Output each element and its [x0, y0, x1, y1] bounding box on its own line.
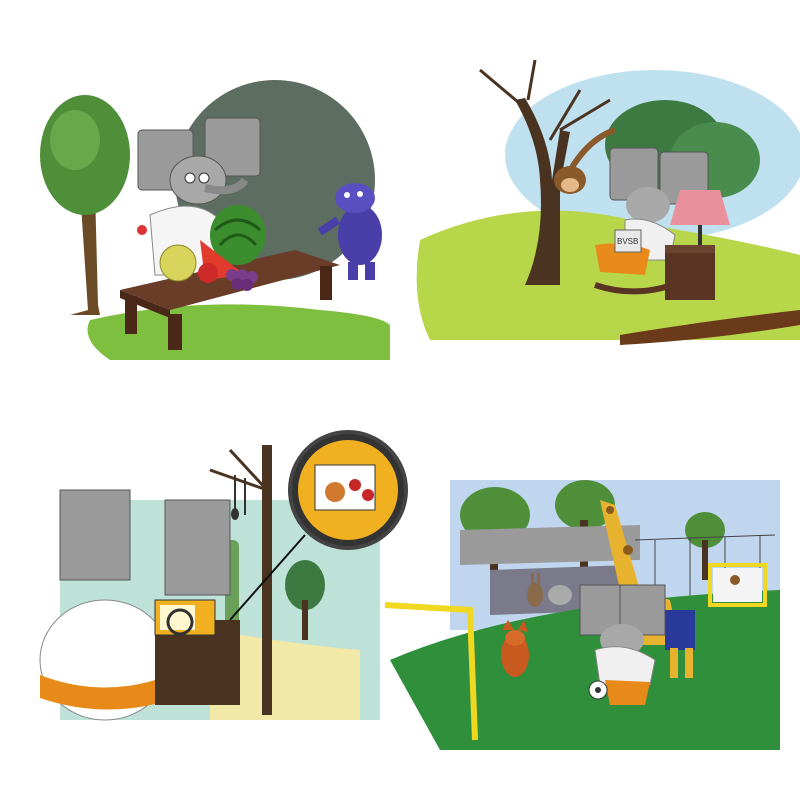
side-table — [665, 245, 715, 300]
tree-icon — [40, 95, 130, 315]
panel-football-field — [380, 470, 790, 750]
strawberry-icon — [198, 263, 218, 283]
fruit-table-illustration — [40, 80, 390, 360]
microwave-illustration — [39, 430, 408, 721]
football-field-illustration — [384, 480, 780, 750]
shirt-badge: BVSB — [617, 237, 638, 246]
panel-microwave — [30, 430, 410, 730]
panel-fruit-table — [20, 70, 390, 360]
rocking-chair-illustration: BVSB — [416, 59, 800, 345]
mouse-icon — [548, 585, 572, 605]
ball-icon — [588, 680, 608, 700]
panel-rocking-chair: BVSB — [410, 40, 800, 360]
apple-icon — [159, 244, 197, 282]
microwave-icon — [154, 599, 216, 636]
